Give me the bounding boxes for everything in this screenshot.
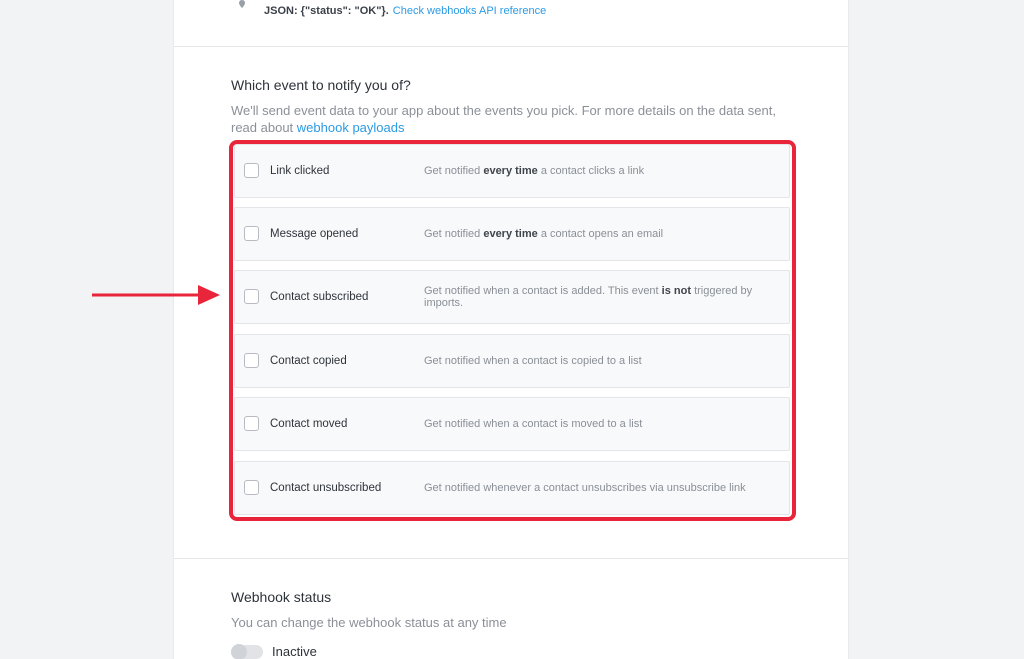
- event-label: Link clicked: [270, 165, 330, 177]
- event-description-emphasis: every time: [483, 228, 538, 240]
- status-section-subtitle: You can change the webhook status at any…: [231, 615, 507, 630]
- event-description: Get notified when a contact is copied to…: [424, 355, 754, 367]
- event-description-text: a contact opens an email: [537, 228, 664, 240]
- location-pin-icon: [239, 0, 245, 8]
- toggle-label: Inactive: [272, 644, 317, 659]
- event-checkbox[interactable]: [244, 353, 259, 368]
- webhook-status-toggle[interactable]: [231, 644, 263, 659]
- event-description: Get notified every time a contact clicks…: [424, 165, 754, 177]
- json-example: JSON: {"status": "OK"}.: [264, 5, 389, 17]
- event-description-text: Get notified: [424, 165, 484, 177]
- events-section-title: Which event to notify you of?: [231, 77, 411, 93]
- event-checkbox[interactable]: [244, 226, 259, 241]
- status-section-title: Webhook status: [231, 589, 332, 605]
- webhook-payloads-link[interactable]: webhook payloads: [297, 120, 405, 135]
- event-description-text: Get notified when a contact is added. Th…: [424, 285, 662, 297]
- event-row[interactable]: Message opened Get notified every time a …: [234, 207, 790, 261]
- event-description-emphasis: is not: [661, 285, 692, 297]
- pointer-arrow-icon: [92, 285, 220, 305]
- event-row[interactable]: Contact subscribed Get notified when a co…: [234, 270, 790, 324]
- event-checkbox[interactable]: [244, 289, 259, 304]
- event-label: Message opened: [270, 228, 359, 240]
- events-section-subtitle: We'll send event data to your app about …: [231, 102, 801, 136]
- section-divider: [174, 558, 848, 559]
- section-divider: [174, 46, 848, 47]
- event-description: Get notified whenever a contact unsubscr…: [424, 482, 754, 494]
- top-info-line: JSON: {"status": "OK"}. Check webhooks A…: [239, 0, 546, 20]
- webhooks-api-link[interactable]: Check webhooks API reference: [393, 5, 546, 17]
- event-row[interactable]: Contact copied Get notified when a contac…: [234, 334, 790, 388]
- event-description-text: Get notified when a contact is moved to …: [424, 418, 643, 430]
- toggle-knob: [231, 644, 247, 659]
- event-label: Contact unsubscribed: [270, 482, 382, 494]
- event-label: Contact copied: [270, 355, 347, 367]
- event-description: Get notified when a contact is added. Th…: [424, 285, 754, 309]
- event-checkbox[interactable]: [244, 416, 259, 431]
- event-checkbox[interactable]: [244, 480, 259, 495]
- event-row[interactable]: Link clicked Get notified every time a co…: [234, 144, 790, 198]
- event-description-text: Get notified when a contact is copied to…: [424, 355, 642, 367]
- event-label: Contact subscribed: [270, 291, 369, 303]
- event-description-text: a contact clicks a link: [537, 165, 645, 177]
- event-description-text: Get notified: [424, 228, 484, 240]
- event-label: Contact moved: [270, 418, 348, 430]
- event-description-text: Get notified whenever a contact unsubscr…: [424, 482, 746, 494]
- event-description: Get notified when a contact is moved to …: [424, 418, 754, 430]
- event-list: Link clicked Get notified every time a co…: [234, 144, 790, 516]
- event-description-emphasis: every time: [483, 165, 538, 177]
- event-checkbox[interactable]: [244, 163, 259, 178]
- event-row[interactable]: Contact moved Get notified when a contact…: [234, 397, 790, 451]
- event-description: Get notified every time a contact opens …: [424, 228, 754, 240]
- event-row[interactable]: Contact unsubscribed Get notified wheneve…: [234, 461, 790, 515]
